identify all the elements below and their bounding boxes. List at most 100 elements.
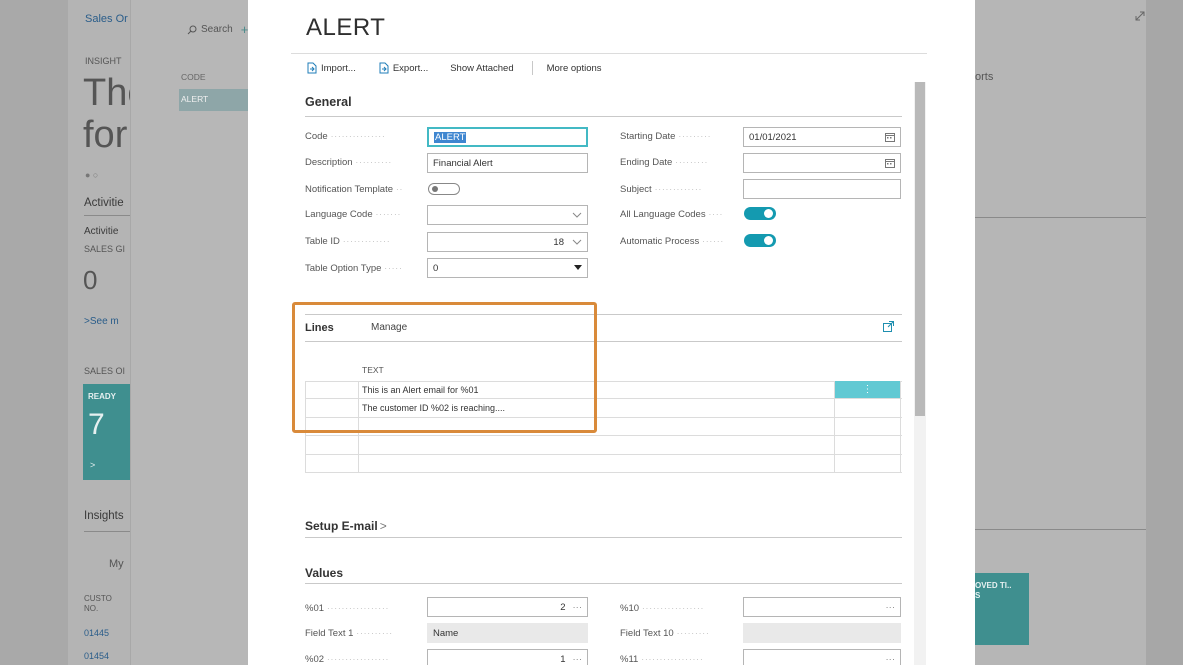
v11-label: %11 ················· xyxy=(620,654,704,665)
bg-approved-tile[interactable]: OVED TI.. S xyxy=(975,573,1029,645)
bg-row-alert: ALERT xyxy=(181,94,209,104)
subject-field[interactable] xyxy=(743,179,901,199)
row-menu-cell[interactable] xyxy=(834,436,901,454)
field-text-1-value: Name xyxy=(433,627,459,639)
bg-customer-row-2[interactable]: 01454 xyxy=(84,651,109,661)
lookup-ellipsis-icon[interactable]: ··· xyxy=(573,654,583,665)
general-section-divider xyxy=(305,116,902,117)
bg-selected-row[interactable]: ALERT xyxy=(179,89,259,111)
bg-approved-label-1: OVED TI.. xyxy=(975,581,1012,590)
bg-pager-dots: ● ○ xyxy=(85,170,99,180)
setup-email-section[interactable]: Setup E-mail > xyxy=(305,519,387,533)
background-list-panel: Search + CODE ALERT xyxy=(130,0,259,665)
triangle-down-icon xyxy=(574,265,582,270)
more-options-button[interactable]: More options xyxy=(547,63,602,74)
line-text-cell[interactable] xyxy=(359,436,834,453)
show-attached-label: Show Attached xyxy=(450,62,514,74)
general-section-title[interactable]: General xyxy=(305,95,352,109)
bg-big-text-1: The xyxy=(83,72,130,114)
bg-ready-tile[interactable]: READY 7 > xyxy=(83,384,130,480)
import-label: Import... xyxy=(321,62,356,74)
all-language-codes-toggle[interactable] xyxy=(744,207,776,220)
bg-code-header: CODE xyxy=(181,72,206,82)
code-label: Code ··············· xyxy=(305,131,386,142)
table-id-value: 18 xyxy=(553,236,564,248)
bg-big-text-2: for xyxy=(83,114,128,156)
bg-zero-count: 0 xyxy=(83,265,98,295)
description-field[interactable]: Financial Alert xyxy=(427,153,588,173)
action-separator xyxy=(531,61,533,75)
chevron-down-icon xyxy=(572,239,582,245)
table-row[interactable] xyxy=(305,454,902,473)
ending-date-field[interactable] xyxy=(743,153,901,173)
starting-date-value: 01/01/2021 xyxy=(749,131,797,143)
annotation-highlight-box xyxy=(292,302,597,433)
bg-sales-orders-label: SALES OI xyxy=(84,366,126,376)
export-icon xyxy=(379,62,389,74)
setup-email-divider xyxy=(305,537,902,538)
open-in-new-icon[interactable] xyxy=(883,321,894,332)
field-text-1-label: Field Text 1 ·········· xyxy=(305,628,394,639)
background-role-center: Sales Or INSIGHT The for ● ○ Activitie A… xyxy=(68,0,130,665)
starting-date-field[interactable]: 01/01/2021 xyxy=(743,127,901,147)
scrollbar-thumb[interactable] xyxy=(915,82,925,416)
export-button[interactable]: Export... xyxy=(378,62,428,74)
ending-date-label: Ending Date ········· xyxy=(620,157,709,168)
import-button[interactable]: Import... xyxy=(306,62,356,74)
expand-icon[interactable] xyxy=(1134,10,1146,22)
bg-ready-count: 7 xyxy=(88,408,105,441)
show-attached-button[interactable]: Show Attached xyxy=(450,63,513,74)
starting-date-label: Starting Date ········· xyxy=(620,131,712,142)
bg-insights-heading: Insights xyxy=(84,510,124,522)
setup-email-title: Setup E-mail xyxy=(305,519,378,533)
code-field[interactable]: ALERT xyxy=(427,127,588,147)
code-value: ALERT xyxy=(434,131,467,143)
row-menu-cell[interactable] xyxy=(834,454,901,472)
search-icon xyxy=(187,25,197,34)
table-id-dropdown[interactable]: 18 xyxy=(427,232,588,252)
v01-field[interactable]: 2 ··· xyxy=(427,597,588,617)
automatic-process-toggle[interactable] xyxy=(744,234,776,247)
all-language-codes-label: All Language Codes ···· xyxy=(620,209,724,220)
language-code-dropdown[interactable] xyxy=(427,205,588,225)
language-code-label: Language Code ······· xyxy=(305,209,402,220)
lookup-ellipsis-icon[interactable]: ··· xyxy=(886,654,896,665)
v10-field[interactable]: ··· xyxy=(743,597,901,617)
bg-search[interactable]: Search + xyxy=(187,22,248,37)
bg-reports: orts xyxy=(975,71,994,83)
calendar-icon[interactable] xyxy=(885,132,895,142)
bg-cust-header: CUSTO xyxy=(84,594,112,603)
bg-my-tab[interactable]: My xyxy=(109,558,124,570)
notification-template-toggle[interactable] xyxy=(428,183,460,195)
field-text-1-value-field: Name xyxy=(427,623,588,643)
calendar-icon[interactable] xyxy=(885,158,895,168)
bg-divider xyxy=(84,215,130,216)
more-options-label: More options xyxy=(546,62,602,74)
table-option-type-select[interactable]: 0 xyxy=(427,258,588,278)
lookup-ellipsis-icon[interactable]: ··· xyxy=(886,602,896,613)
notification-template-label: Notification Template ·· xyxy=(305,184,404,195)
line-text-cell[interactable] xyxy=(359,455,834,472)
v10-label: %10 ················· xyxy=(620,603,705,614)
title-divider xyxy=(291,53,927,54)
v11-field[interactable]: ··· xyxy=(743,649,901,665)
lookup-ellipsis-icon[interactable]: ··· xyxy=(573,602,583,613)
values-section-title[interactable]: Values xyxy=(305,566,343,580)
field-text-10-value-field xyxy=(743,623,901,643)
bg-sales-label: SALES GI xyxy=(84,244,126,254)
v02-field[interactable]: 1 ··· xyxy=(427,649,588,665)
row-selector[interactable] xyxy=(305,436,359,454)
row-selector[interactable] xyxy=(305,454,359,472)
table-row[interactable] xyxy=(305,436,902,455)
v02-label: %02 ················· xyxy=(305,654,390,665)
row-menu-cell[interactable] xyxy=(834,417,901,436)
bg-ready-label: READY xyxy=(88,392,117,401)
bg-see-more-link[interactable]: >See m xyxy=(84,316,119,327)
row-menu-button[interactable]: ⋮ xyxy=(834,381,901,399)
bg-customer-row-1[interactable]: 01445 xyxy=(84,628,109,638)
table-option-type-value: 0 xyxy=(433,262,439,274)
bg-ready-chevron: > xyxy=(90,460,96,470)
bg-activities-sub: Activitie xyxy=(84,226,119,237)
v02-value: 1 xyxy=(560,653,566,665)
row-menu-cell[interactable] xyxy=(834,399,901,417)
